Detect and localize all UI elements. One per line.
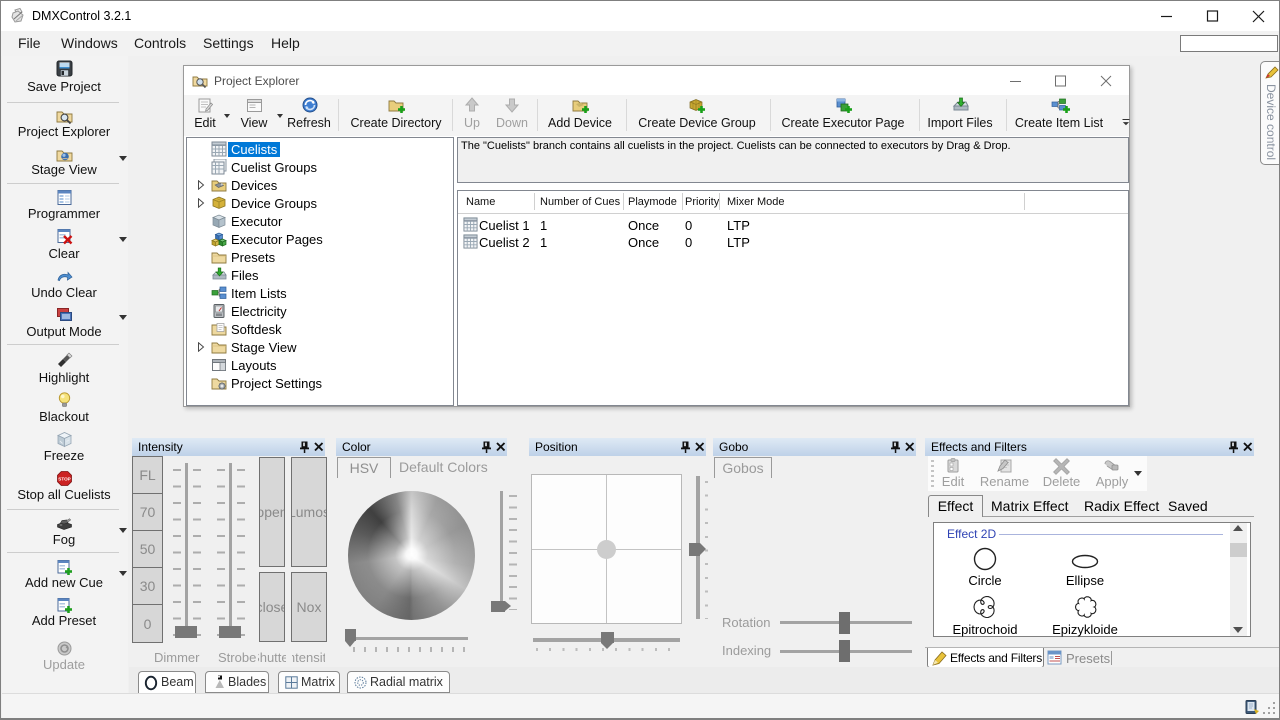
svg-text:STOP: STOP (58, 476, 70, 481)
